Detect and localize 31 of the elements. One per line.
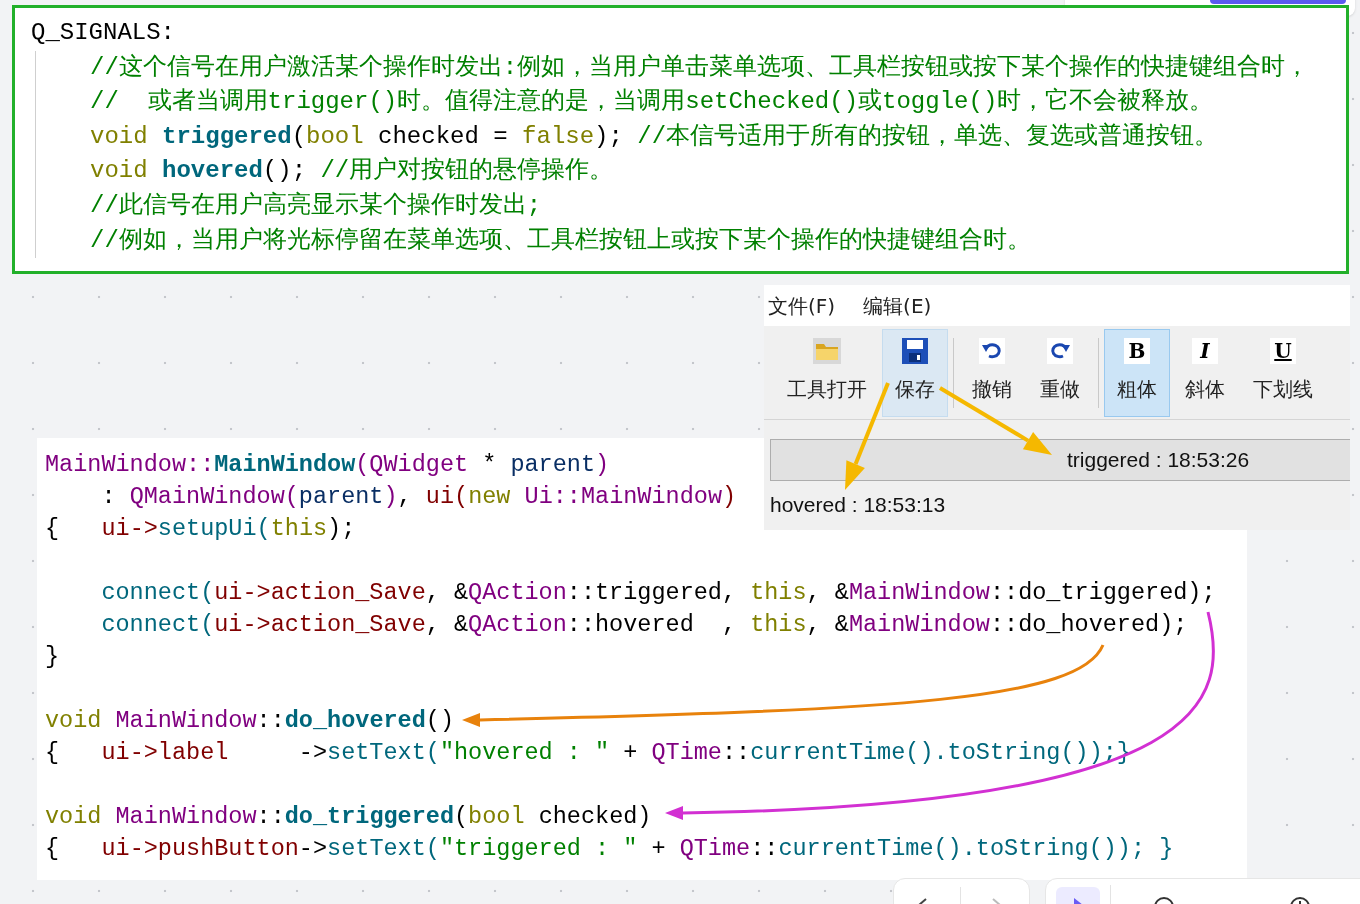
- code-line: Q_SIGNALS:: [31, 18, 176, 48]
- format-icon: I: [1192, 337, 1218, 364]
- code-line: connect(ui->action_Save, &QAction::triggered, this, &MainWindow::do_triggered);: [100, 578, 1216, 608]
- code-line: : QMainWindow(parent), ui(new Ui::MainWindow): [100, 482, 737, 512]
- code-line: //此信号在用户高亮显示某个操作时发出;: [90, 190, 542, 221]
- toolbar-button[interactable]: I 斜体: [1172, 328, 1238, 417]
- toolbar-button[interactable]: 工具打开: [774, 328, 880, 417]
- code-line: { ui->label ->setText("hovered : " + QTime::currentTime().toString());}: [45, 738, 1131, 768]
- status-label: hovered : 18:53:13: [770, 492, 946, 518]
- toolbar-button[interactable]: B 粗体: [1104, 328, 1170, 417]
- code-line: //这个信号在用户激活某个操作时发出:例如，当用户单击菜单选项、工具栏按钮或按下某个操作的快捷键组合时，: [90, 52, 1310, 83]
- code-line: MainWindow::MainWindow(QWidget * parent): [45, 450, 610, 480]
- toolbar-button[interactable]: U 下划线: [1240, 328, 1326, 417]
- menu-item[interactable]: 编辑(E): [863, 290, 932, 321]
- toolbar-button[interactable]: 保存: [882, 328, 948, 417]
- toolbar-button[interactable]: 重做: [1027, 328, 1093, 417]
- code-line: void hovered(); //用户对按钮的悬停操作。: [90, 156, 614, 187]
- code-line: void MainWindow::do_triggered(bool checked): [45, 802, 652, 832]
- code-line: }: [45, 642, 60, 672]
- toolbar-button[interactable]: 撤销: [959, 328, 1025, 417]
- code-line: void triggered(bool checked = false); //本信号适用于所有的按钮，单选、复选或普通按钮。: [90, 121, 1219, 152]
- format-icon: U: [1270, 337, 1296, 364]
- code-line: { ui->setupUi(this);: [45, 514, 356, 544]
- code-line: connect(ui->action_Save, &QAction::hovered , this, &MainWindow::do_hovered);: [100, 610, 1188, 640]
- push-button[interactable]: triggered : 18:53:26: [770, 439, 1350, 481]
- menu-item[interactable]: 文件(F): [768, 290, 836, 321]
- code-line: // 或者当调用trigger()时。值得注意的是，当调用setChecked()或toggle()时，它不会被释放。: [90, 86, 1214, 118]
- code-line: { ui->pushButton->setText("triggered : " + QTime::currentTime().toString()); }: [45, 834, 1174, 864]
- code-line: void MainWindow::do_hovered(): [45, 706, 454, 736]
- code-line: //例如，当用户将光标停留在菜单选项、工具栏按钮上或按下某个操作的快捷键组合时。: [90, 225, 1031, 256]
- format-icon: B: [1124, 337, 1150, 364]
